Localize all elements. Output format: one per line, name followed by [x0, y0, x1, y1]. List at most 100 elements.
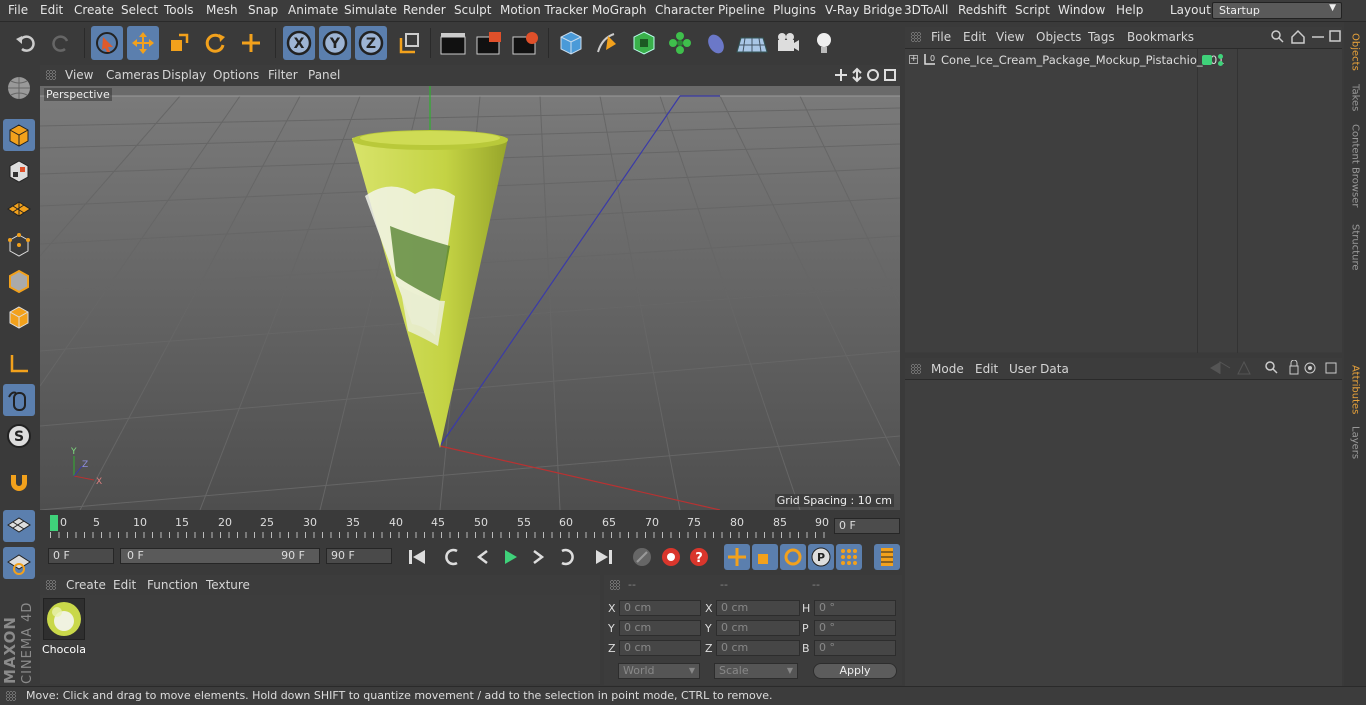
timeline-ruler[interactable]: 0 5 10 15 20 25 30 35 40 45 50 55 60 65 …	[40, 512, 902, 542]
x-axis-button[interactable]: X	[283, 26, 315, 60]
vp-menu-options[interactable]: Options	[213, 68, 259, 82]
points-mode-button[interactable]	[3, 229, 35, 261]
coordinate-system-button[interactable]	[393, 26, 425, 60]
cube-button[interactable]	[555, 26, 587, 60]
render-picture-viewer-button[interactable]	[473, 26, 505, 60]
playhead-marker[interactable]	[50, 515, 58, 531]
menu-tools[interactable]: Tools	[164, 3, 194, 17]
z-axis-button[interactable]: Z	[355, 26, 387, 60]
workplane-lock-button[interactable]	[3, 510, 35, 542]
pos-z-field[interactable]: 0 cm	[619, 640, 701, 656]
move-button[interactable]	[127, 26, 159, 60]
attr-menu-user-data[interactable]: User Data	[1009, 362, 1069, 376]
record-button[interactable]	[658, 544, 684, 570]
mat-menu-texture[interactable]: Texture	[206, 578, 250, 592]
layout-select[interactable]: Startup ▼	[1212, 2, 1342, 19]
menu-simulate[interactable]: Simulate	[344, 3, 397, 17]
menu-create[interactable]: Create	[74, 3, 114, 17]
size-y-field[interactable]: 0 cm	[716, 620, 800, 636]
key-scale-button[interactable]	[752, 544, 778, 570]
object-name[interactable]: Cone_Ice_Cream_Package_Mockup_Pistachio_…	[941, 53, 1225, 67]
workplane-button[interactable]	[3, 72, 35, 104]
timeline-button[interactable]	[874, 544, 900, 570]
viewport-nav-icons[interactable]	[835, 67, 899, 83]
goto-end-button[interactable]	[591, 544, 617, 570]
workplane-mode-button[interactable]	[3, 192, 35, 224]
frame-range-slider[interactable]: 0 F 90 F	[120, 548, 320, 564]
tweak-mode-button[interactable]	[3, 384, 35, 416]
next-frame-button[interactable]	[525, 544, 551, 570]
material-thumbnail[interactable]	[43, 598, 85, 640]
menu-select[interactable]: Select	[121, 3, 158, 17]
obj-menu-view[interactable]: View	[996, 30, 1024, 44]
pos-x-field[interactable]: 0 cm	[619, 600, 701, 616]
play-button[interactable]	[497, 544, 523, 570]
pen-button[interactable]	[591, 26, 623, 60]
mat-menu-function[interactable]: Function	[147, 578, 198, 592]
menu-vray-bridge[interactable]: V-Ray Bridge	[825, 3, 902, 17]
vp-menu-panel[interactable]: Panel	[308, 68, 340, 82]
obj-menu-bookmarks[interactable]: Bookmarks	[1127, 30, 1194, 44]
rotate-button[interactable]	[199, 26, 231, 60]
edges-mode-button[interactable]	[3, 265, 35, 297]
menu-render[interactable]: Render	[403, 3, 446, 17]
vp-menu-filter[interactable]: Filter	[268, 68, 298, 82]
tab-objects[interactable]: Objects	[1346, 30, 1364, 74]
cloner-button[interactable]	[664, 26, 696, 60]
snap-mode-button[interactable]: S	[3, 420, 35, 452]
menu-pipeline[interactable]: Pipeline	[718, 3, 765, 17]
subdivision-button[interactable]	[628, 26, 660, 60]
visibility-render-dot-2[interactable]	[1218, 61, 1223, 66]
camera-button[interactable]	[772, 26, 804, 60]
key-parameter-button[interactable]: P	[808, 544, 834, 570]
max-frame-field[interactable]: 90 F	[326, 548, 392, 564]
pos-y-field[interactable]: 0 cm	[619, 620, 701, 636]
magnet-button[interactable]	[3, 466, 35, 498]
size-x-field[interactable]: 0 cm	[716, 600, 800, 616]
deformer-button[interactable]	[700, 26, 732, 60]
autokey-button[interactable]: ?	[686, 544, 712, 570]
menu-3dtoall[interactable]: 3DToAll	[904, 3, 948, 17]
visibility-render-dot[interactable]	[1218, 54, 1223, 59]
live-selection-button[interactable]	[91, 26, 123, 60]
menu-sculpt[interactable]: Sculpt	[454, 3, 491, 17]
next-key-button[interactable]	[553, 544, 579, 570]
tab-attributes[interactable]: Attributes	[1346, 364, 1364, 416]
key-rotation-button[interactable]	[780, 544, 806, 570]
vp-menu-display[interactable]: Display	[162, 68, 206, 82]
render-settings-button[interactable]	[509, 26, 541, 60]
scale-mode-select[interactable]: Scale ▼	[714, 663, 798, 679]
mat-menu-edit[interactable]: Edit	[113, 578, 136, 592]
vp-menu-view[interactable]: View	[65, 68, 93, 82]
rot-b-field[interactable]: 0 °	[814, 640, 896, 656]
floor-button[interactable]	[734, 26, 770, 60]
polygons-mode-button[interactable]	[3, 301, 35, 333]
obj-menu-edit[interactable]: Edit	[963, 30, 986, 44]
workplane-rotate-button[interactable]	[3, 547, 35, 579]
key-position-button[interactable]	[724, 544, 750, 570]
menu-character[interactable]: Character	[655, 3, 714, 17]
rot-p-field[interactable]: 0 °	[814, 620, 896, 636]
menu-mograph[interactable]: MoGraph	[592, 3, 647, 17]
menu-script[interactable]: Script	[1015, 3, 1050, 17]
size-z-field[interactable]: 0 cm	[716, 640, 800, 656]
obj-menu-objects[interactable]: Objects	[1036, 30, 1081, 44]
obj-menu-file[interactable]: File	[931, 30, 951, 44]
menu-file[interactable]: File	[8, 3, 28, 17]
prev-frame-button[interactable]	[470, 544, 496, 570]
perspective-viewport[interactable]: Y X Z Perspective Grid Spacing : 10 cm	[40, 86, 900, 510]
key-pla-button[interactable]	[836, 544, 862, 570]
rot-h-field[interactable]: 0 °	[814, 600, 896, 616]
menu-help[interactable]: Help	[1116, 3, 1143, 17]
texture-mode-button[interactable]	[3, 155, 35, 187]
menu-edit[interactable]: Edit	[40, 3, 63, 17]
tab-takes[interactable]: Takes	[1346, 82, 1364, 114]
last-tool-button[interactable]	[235, 26, 267, 60]
menu-snap[interactable]: Snap	[248, 3, 278, 17]
attribute-nav-icons[interactable]	[1200, 360, 1340, 376]
menu-animate[interactable]: Animate	[288, 3, 338, 17]
apply-button[interactable]: Apply	[813, 663, 897, 679]
scale-button[interactable]	[163, 26, 195, 60]
model-mode-button[interactable]	[3, 119, 35, 151]
tab-structure[interactable]: Structure	[1346, 222, 1364, 272]
